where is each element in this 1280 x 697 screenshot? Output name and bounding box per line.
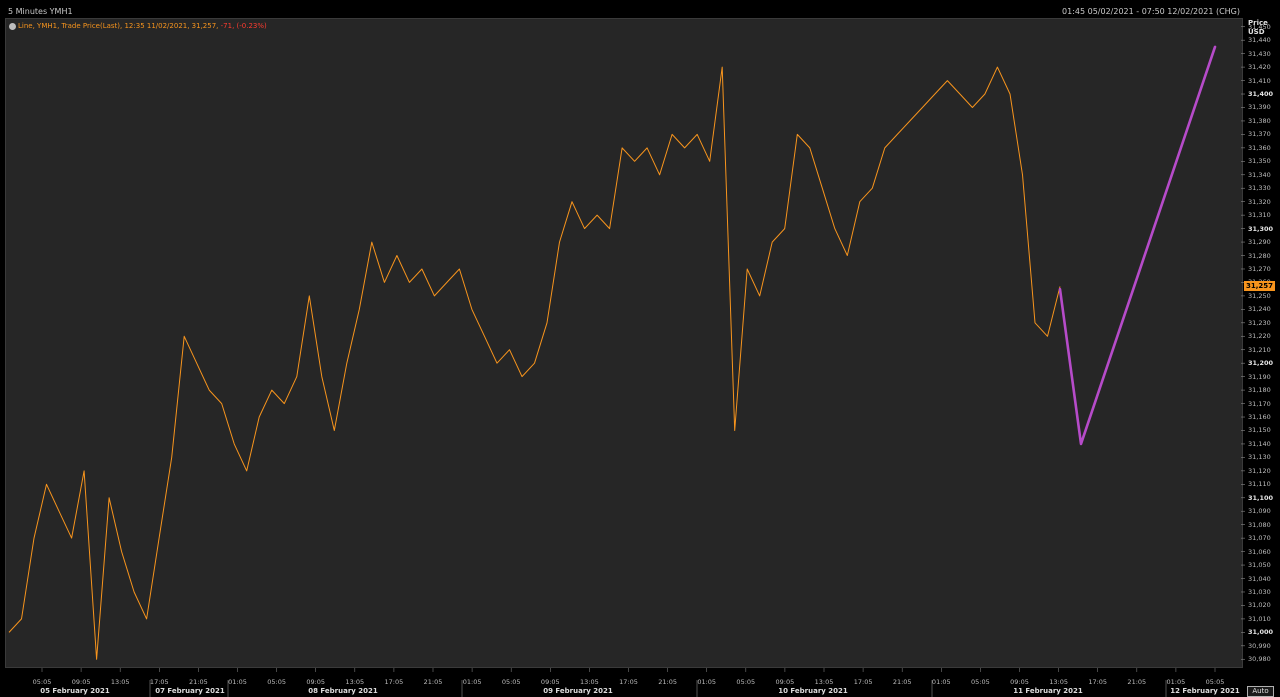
chart-svg	[8, 26, 1245, 697]
price-series-line	[8, 66, 1061, 660]
auto-scale-button[interactable]: Auto	[1247, 686, 1274, 697]
last-price-tag: 31,257	[1244, 281, 1275, 292]
chart-window: 5 Minutes YMH1 01:45 05/02/2021 - 07:50 …	[0, 0, 1280, 697]
annotation-series-line	[1058, 45, 1217, 446]
